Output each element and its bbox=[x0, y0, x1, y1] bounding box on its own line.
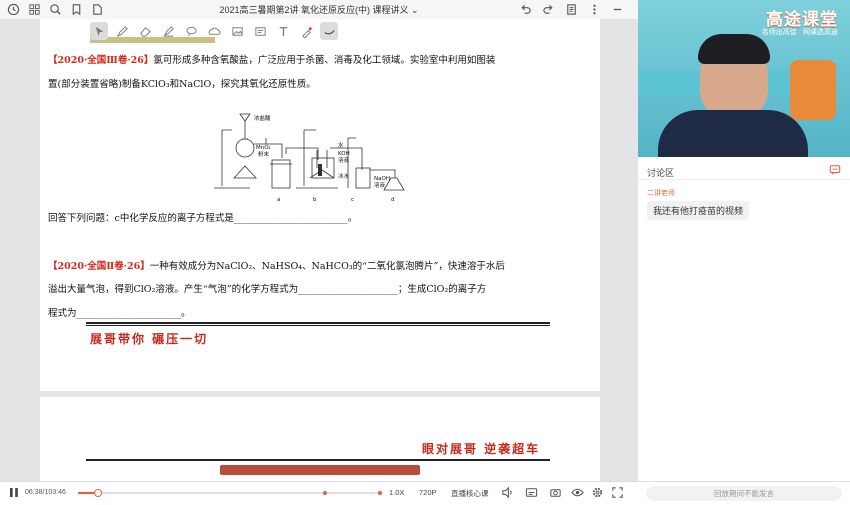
chat-settings-icon[interactable] bbox=[829, 164, 841, 179]
mode-button[interactable]: 直播核心课 bbox=[451, 488, 489, 499]
label-naoh: NaOH bbox=[374, 176, 390, 182]
question-1-tag: 【2020·全国Ⅲ卷·26】 bbox=[48, 55, 154, 66]
brand-slogan: 名师出高徒 · 网课选高途 bbox=[761, 29, 838, 36]
undo-icon[interactable] bbox=[518, 2, 532, 16]
question-1-line-1: 【2020·全国Ⅲ卷·26】氯可形成多种含氧酸盐，广泛应用于杀菌、消毒及化工领域… bbox=[48, 54, 495, 68]
discussion-divider bbox=[638, 179, 850, 180]
label-mno2: MnO₂ bbox=[256, 145, 271, 151]
mascot bbox=[790, 60, 836, 120]
redo-icon[interactable] bbox=[541, 2, 555, 16]
teacher-video[interactable]: 高途课堂 名师出高徒 · 网课选高途 bbox=[638, 0, 850, 157]
annotation-toolbar bbox=[90, 22, 338, 40]
message-bubble: 我还有他打疫苗的视频 bbox=[647, 201, 750, 220]
progress-thumb[interactable] bbox=[93, 489, 102, 497]
cropped-title-banner bbox=[220, 465, 420, 475]
more-icon[interactable] bbox=[587, 2, 601, 16]
select-tool-icon[interactable] bbox=[90, 22, 108, 40]
label-ice-water: 冰水 bbox=[338, 172, 350, 180]
label-d: d bbox=[391, 197, 395, 203]
highlighter-icon[interactable] bbox=[159, 22, 177, 40]
progress-bar[interactable] bbox=[78, 489, 383, 497]
document-viewer[interactable]: 【2020·全国Ⅲ卷·26】氯可形成多种含氧酸盐，广泛应用于杀菌、消毒及化工领域… bbox=[0, 19, 638, 481]
divider-line-2 bbox=[86, 459, 550, 461]
label-naoh-solution: 溶液 bbox=[374, 181, 386, 189]
discussion-panel: 讨论区 二讲老师 我还有他打疫苗的视频 bbox=[638, 157, 850, 481]
question-1-prompt: 回答下列问题：c中化学反应的离子方程式是____________________… bbox=[48, 213, 358, 224]
handwritten-annotation-1: 展哥带你 碾压一切 bbox=[90, 332, 209, 346]
subtitle-icon[interactable] bbox=[525, 486, 538, 499]
settings-icon[interactable] bbox=[591, 486, 604, 499]
undo-stroke-icon[interactable] bbox=[320, 22, 338, 40]
playback-time: 06:38/103:46 bbox=[25, 489, 66, 496]
eye-icon[interactable] bbox=[571, 486, 584, 499]
document-icon[interactable] bbox=[564, 2, 578, 16]
question-1-text: 氯可形成多种含氧酸盐，广泛应用于杀菌、消毒及化工领域。实验室中利用如图装 bbox=[153, 55, 496, 66]
question-2-text: 一种有效成分为NaClO₂、NaHSO₄、NaHCO₃的“二氧化氯泡腾片”，快速… bbox=[149, 261, 505, 272]
pen-icon[interactable] bbox=[113, 22, 131, 40]
question-1-line-2: 置(部分装置省略)制备KClO₃和NaClO，探究其氧化还原性质。 bbox=[48, 79, 316, 90]
label-powder: 粉末 bbox=[258, 150, 270, 158]
label-koh: KOH bbox=[338, 151, 350, 157]
progress-marker[interactable] bbox=[323, 491, 327, 495]
chat-input-area: 回放期间不能发言 bbox=[638, 481, 850, 505]
title-bar-right-tools bbox=[518, 2, 624, 16]
text-box-icon[interactable] bbox=[251, 22, 269, 40]
text-icon[interactable] bbox=[274, 22, 292, 40]
teacher-shirt bbox=[658, 110, 808, 157]
teacher-hair bbox=[698, 34, 770, 64]
discussion-label: 讨论区 bbox=[647, 168, 675, 178]
pipette-icon[interactable] bbox=[297, 22, 315, 40]
chat-input-disabled: 回放期间不能发言 bbox=[646, 486, 842, 501]
pause-icon[interactable] bbox=[9, 487, 19, 501]
label-conc-hcl: 浓盐酸 bbox=[254, 114, 271, 122]
handwritten-annotation-2: 眼对展哥 逆袭超车 bbox=[422, 442, 541, 456]
speed-button[interactable]: 1.0X bbox=[389, 488, 404, 497]
label-a: a bbox=[277, 197, 280, 203]
quality-button[interactable]: 720P bbox=[419, 488, 437, 497]
label-water: 水 bbox=[338, 141, 344, 149]
lasso-icon[interactable] bbox=[182, 22, 200, 40]
message-sender: 二讲老师 bbox=[647, 190, 675, 197]
image-icon[interactable] bbox=[205, 22, 223, 40]
progress-marker[interactable] bbox=[378, 491, 382, 495]
apparatus-diagram: 浓盐酸 MnO₂ 粉末 水 KOH 溶液 冰水 NaOH 溶液 a b c d bbox=[214, 113, 405, 203]
player-controls: 06:38/103:46 1.0X 720P 直播核心课 bbox=[0, 481, 638, 505]
insert-image-icon[interactable] bbox=[228, 22, 246, 40]
question-2-line-3: 程式为______________________。 bbox=[48, 308, 191, 319]
title-bar: 2021高三暑期第2讲 氧化还原反应(中) 课程讲义 ⌄ bbox=[0, 0, 638, 20]
divider-line bbox=[86, 322, 550, 324]
volume-icon[interactable] bbox=[501, 486, 514, 499]
divider-line-thin bbox=[86, 325, 550, 326]
label-koh-solution: 溶液 bbox=[338, 156, 350, 164]
screenshot-icon[interactable] bbox=[549, 486, 562, 499]
fullscreen-icon[interactable] bbox=[611, 486, 624, 499]
eraser-icon[interactable] bbox=[136, 22, 154, 40]
question-2-line-2: 溢出大量气泡，得到ClO₂溶液。产生“气泡”的化学方程式为___________… bbox=[48, 284, 487, 295]
label-b: b bbox=[313, 197, 317, 203]
question-2-tag: 【2020·全国Ⅱ卷·26】 bbox=[48, 261, 150, 272]
question-2-line-1: 【2020·全国Ⅱ卷·26】一种有效成分为NaClO₂、NaHSO₄、NaHCO… bbox=[48, 260, 505, 274]
minimize-icon[interactable] bbox=[610, 2, 624, 16]
label-c: c bbox=[351, 197, 354, 203]
